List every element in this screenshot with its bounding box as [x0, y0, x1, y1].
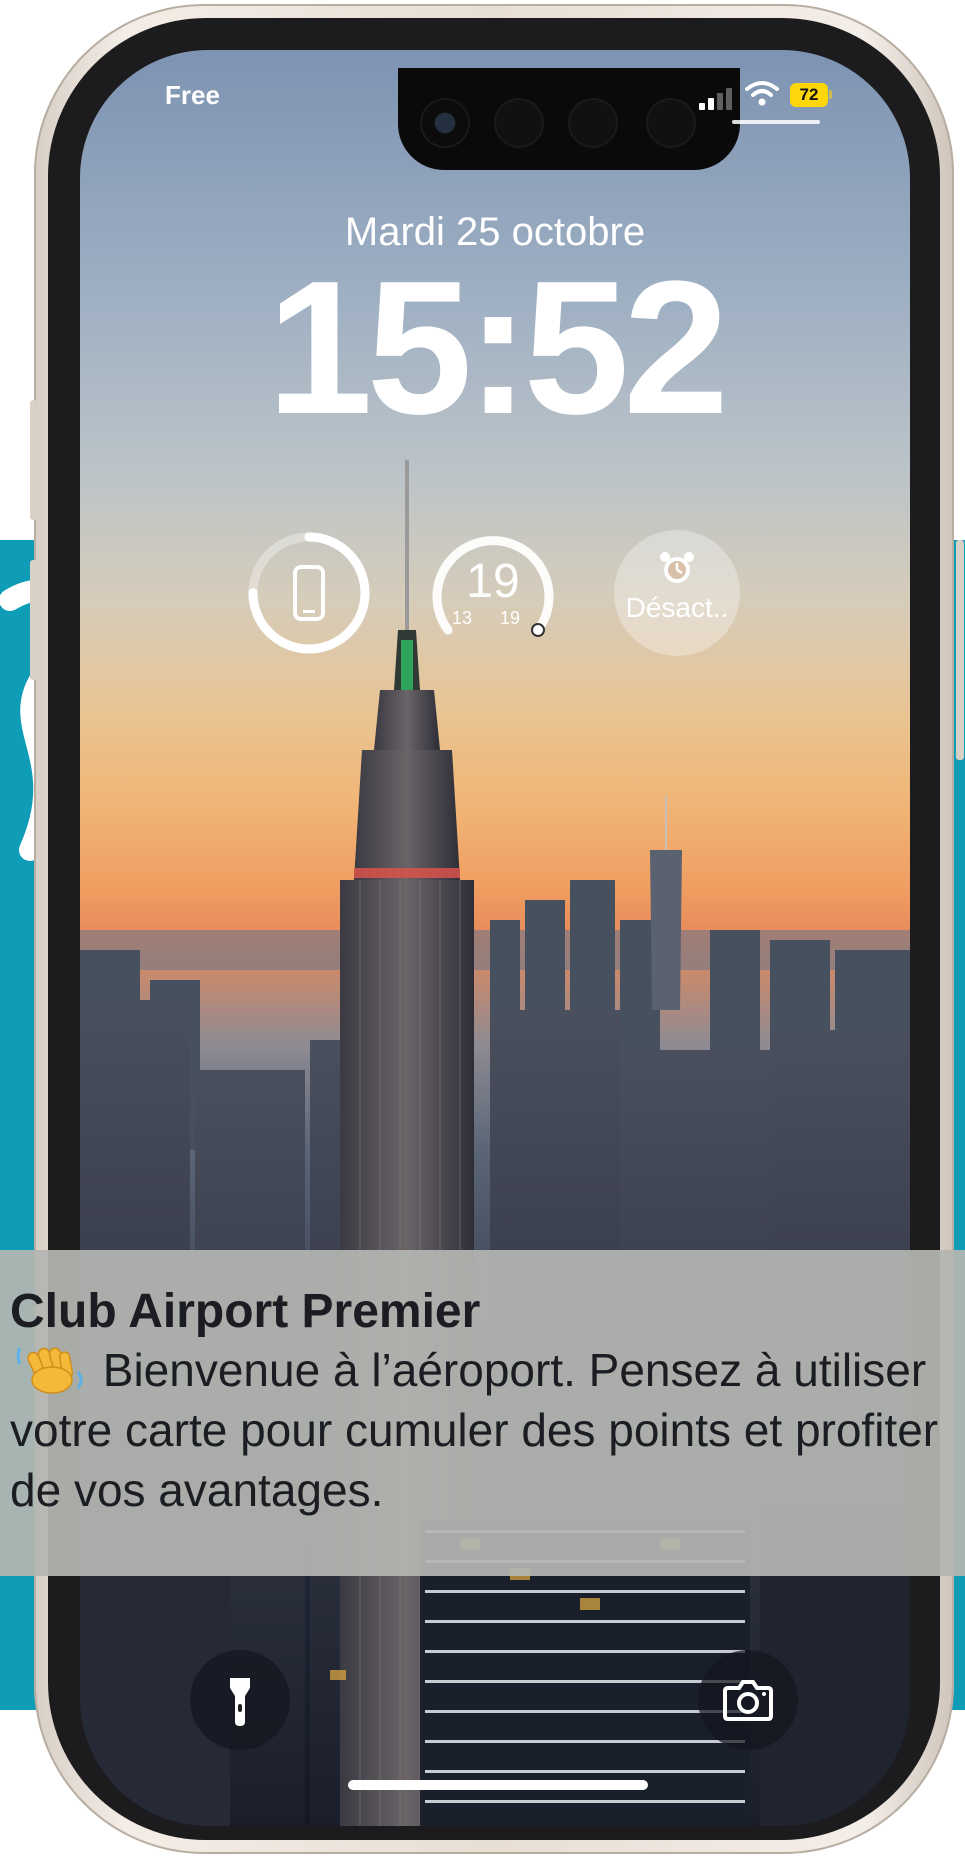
- temperature-widget[interactable]: 19 13 19: [430, 530, 556, 656]
- front-camera-lens: [420, 98, 470, 148]
- notification-text: Bienvenue à l’aéroport. Pensez à utilise…: [10, 1344, 939, 1516]
- volume-up-button: [30, 400, 37, 520]
- camera-notch: [398, 68, 740, 170]
- cellular-signal-icon: [699, 88, 733, 110]
- low-temperature: 13: [452, 608, 473, 628]
- flashlight-icon: [230, 1678, 250, 1726]
- waving-hand-icon: [16, 1347, 83, 1394]
- battery-widget[interactable]: [246, 530, 372, 656]
- alarm-widget[interactable]: Désact..: [614, 530, 740, 656]
- alarm-status: Désact..: [625, 592, 729, 623]
- notification-banner[interactable]: Club Airport Premier Bienvenue à l’aérop…: [0, 1250, 965, 1576]
- battery-tip: [829, 90, 832, 99]
- sensor-dot: [568, 98, 618, 148]
- battery-indicator: 72: [790, 83, 828, 107]
- notification-message: Bienvenue à l’aéroport. Pensez à utilise…: [10, 1338, 960, 1520]
- camera-button[interactable]: [698, 1650, 798, 1750]
- lock-time: 15:52: [267, 242, 729, 454]
- flashlight-button[interactable]: [190, 1650, 290, 1750]
- phone-icon: [293, 565, 325, 621]
- control-center-hint[interactable]: [732, 120, 820, 124]
- side-power-button: [956, 540, 964, 760]
- camera-icon: [723, 1680, 773, 1721]
- home-indicator[interactable]: [348, 1780, 648, 1790]
- current-temperature: 19: [466, 555, 520, 608]
- wifi-icon: [745, 81, 779, 106]
- sensor-dot: [494, 98, 544, 148]
- carrier-name: Free: [165, 80, 220, 110]
- high-temperature: 19: [500, 608, 521, 628]
- volume-down-button: [30, 560, 37, 680]
- notification-app-name: Club Airport Premier: [10, 1285, 481, 1338]
- sensor-dot: [646, 98, 696, 148]
